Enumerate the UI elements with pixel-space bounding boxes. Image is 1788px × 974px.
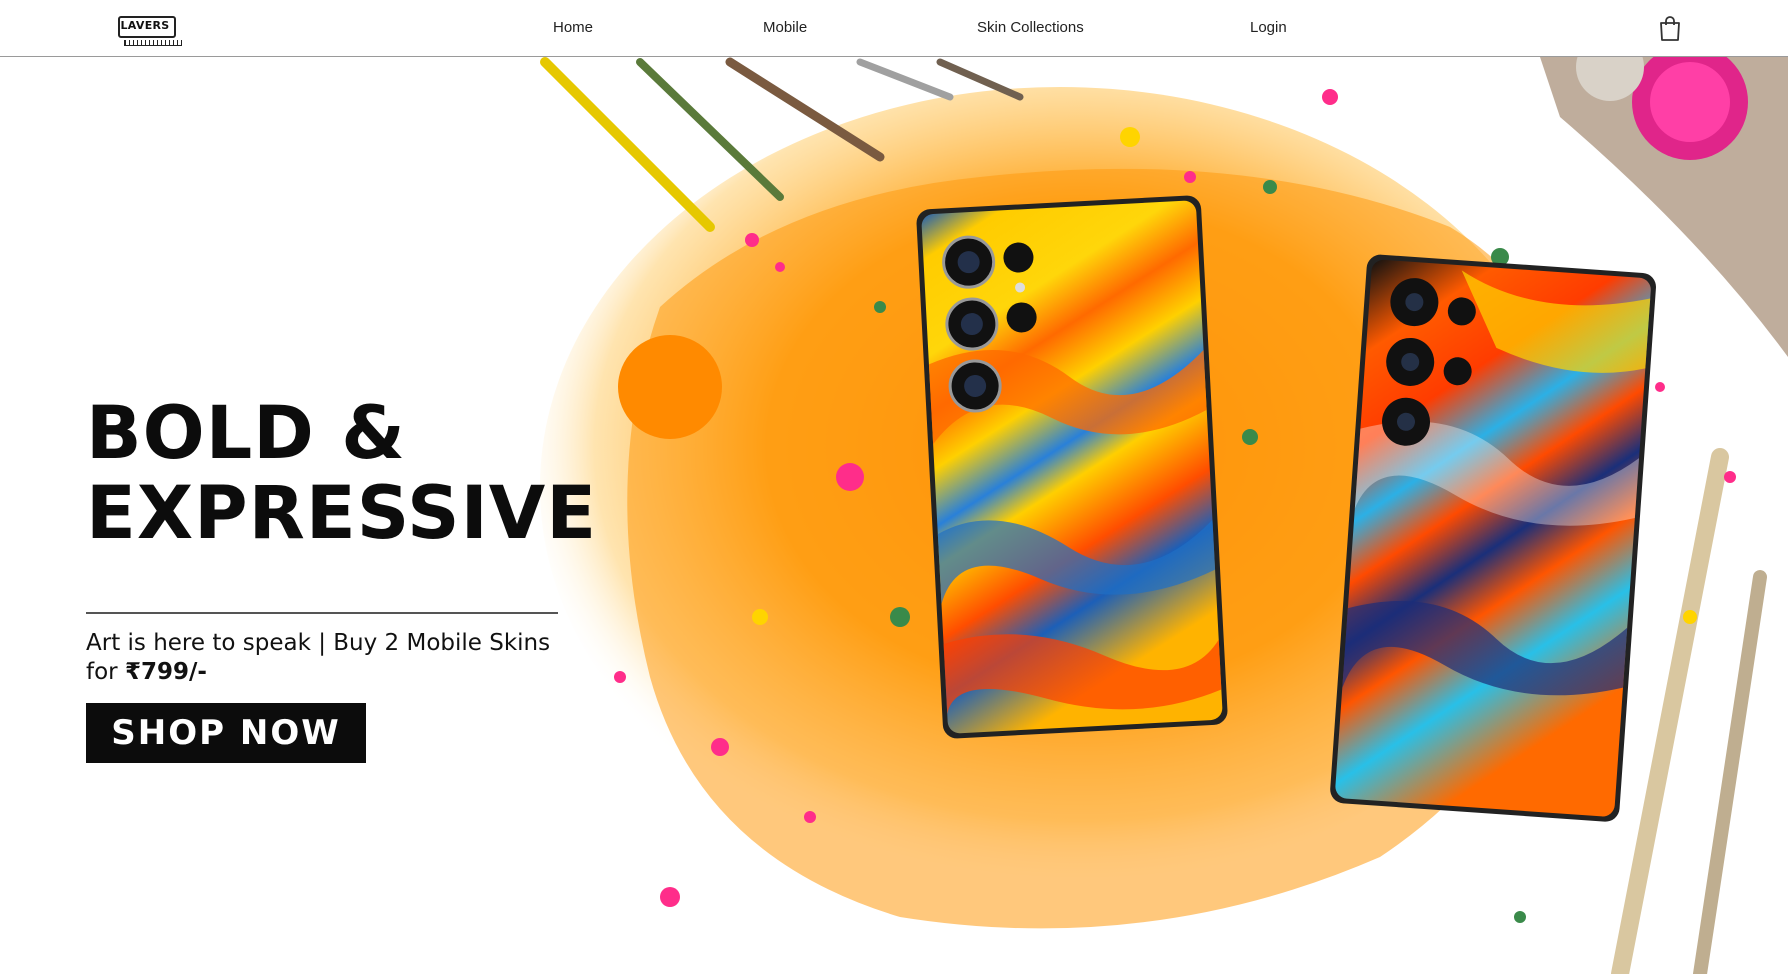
brand-logo[interactable]: LAVERS [116,14,184,46]
nav-mobile-link[interactable]: Mobile [763,19,807,36]
nav-skin-collections-link[interactable]: Skin Collections [977,19,1084,36]
shopping-bag-icon[interactable] [1658,15,1682,41]
hero-tagline: Art is here to speak | Buy 2 Mobile Skin… [86,629,576,687]
headline-line-1: BOLD & [86,391,406,476]
nav-login-link[interactable]: Login [1250,19,1287,36]
hero-headline: BOLD & EXPRESSIVE [86,394,606,554]
logo-text: LAVERS [120,19,170,32]
headline-line-2: EXPRESSIVE [86,471,598,556]
tagline-price: ₹799/- [124,659,207,685]
hero-banner[interactable]: BOLD & EXPRESSIVE Art is here to speak |… [0,57,1788,974]
nav-home-link[interactable]: Home [553,19,593,36]
headline-divider [86,612,558,614]
top-navbar: LAVERS Home Mobile Skin Collections Logi… [0,0,1788,57]
shop-now-button[interactable]: SHOP NOW [86,703,366,763]
